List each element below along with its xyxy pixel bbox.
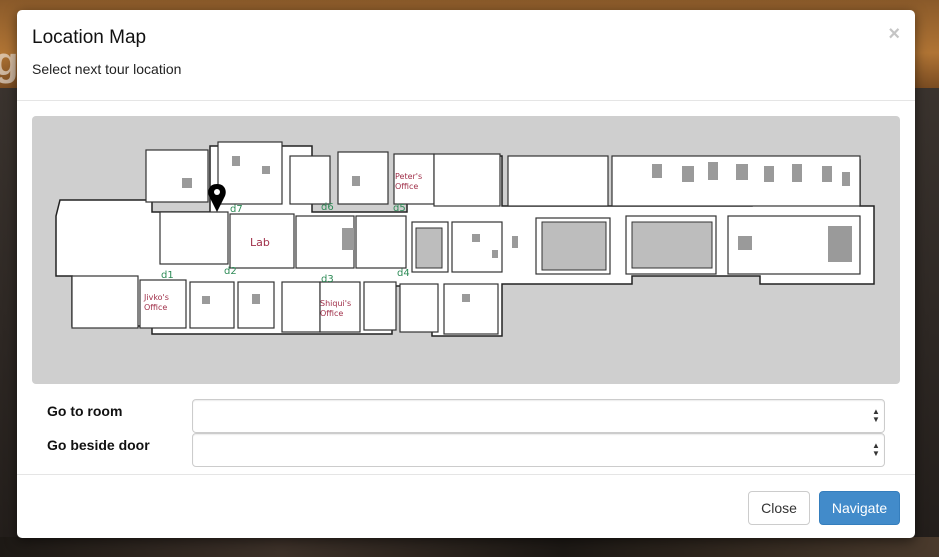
select-arrows-icon: ▲ ▼ <box>872 407 880 424</box>
close-icon[interactable]: × <box>888 24 900 44</box>
modal-header: Location Map Select next tour location × <box>17 10 915 101</box>
modal-subtitle: Select next tour location <box>32 61 182 77</box>
door-label-d5[interactable]: d5 <box>393 203 406 214</box>
floor-map-image[interactable]: Lab Peter's Office Jivko's Office Shiqui… <box>32 116 900 384</box>
door-label-d3[interactable]: d3 <box>321 274 334 285</box>
door-label-d6[interactable]: d6 <box>321 202 334 213</box>
room-label-peters-office[interactable]: Peter's <box>395 172 422 181</box>
door-label-d4[interactable]: d4 <box>397 268 410 279</box>
select-arrows-icon: ▲ ▼ <box>872 441 880 458</box>
modal-footer: Close Navigate <box>17 474 915 538</box>
door-select[interactable]: ▲ ▼ <box>192 433 885 467</box>
door-select-row: Go beside door ▲ ▼ <box>47 433 885 467</box>
room-label-lab[interactable]: Lab <box>250 236 270 249</box>
room-select[interactable]: ▲ ▼ <box>192 399 885 433</box>
go-beside-door-label: Go beside door <box>47 437 150 453</box>
room-select-row: Go to room ▲ ▼ <box>47 399 885 433</box>
door-label-d7[interactable]: d7 <box>230 204 243 215</box>
room-label-shiquis-office[interactable]: Shiqui's <box>320 299 351 308</box>
modal-title: Location Map <box>32 27 147 48</box>
room-label-jivkos-office[interactable]: Jivko's <box>143 293 169 302</box>
go-to-room-label: Go to room <box>47 403 123 419</box>
backdrop-letter: g <box>0 40 19 84</box>
room-label-shiquis-office-2[interactable]: Office <box>320 309 343 318</box>
room-label-peters-office-2[interactable]: Office <box>395 182 418 191</box>
backdrop-strip <box>0 537 939 557</box>
navigate-button[interactable]: Navigate <box>819 491 900 525</box>
close-button[interactable]: Close <box>748 491 810 525</box>
door-label-d1[interactable]: d1 <box>161 270 174 281</box>
floor-map[interactable]: Lab Peter's Office Jivko's Office Shiqui… <box>32 116 900 384</box>
location-map-modal: Location Map Select next tour location × <box>17 10 915 538</box>
door-label-d2[interactable]: d2 <box>224 266 237 277</box>
room-label-jivkos-office-2[interactable]: Office <box>144 303 167 312</box>
